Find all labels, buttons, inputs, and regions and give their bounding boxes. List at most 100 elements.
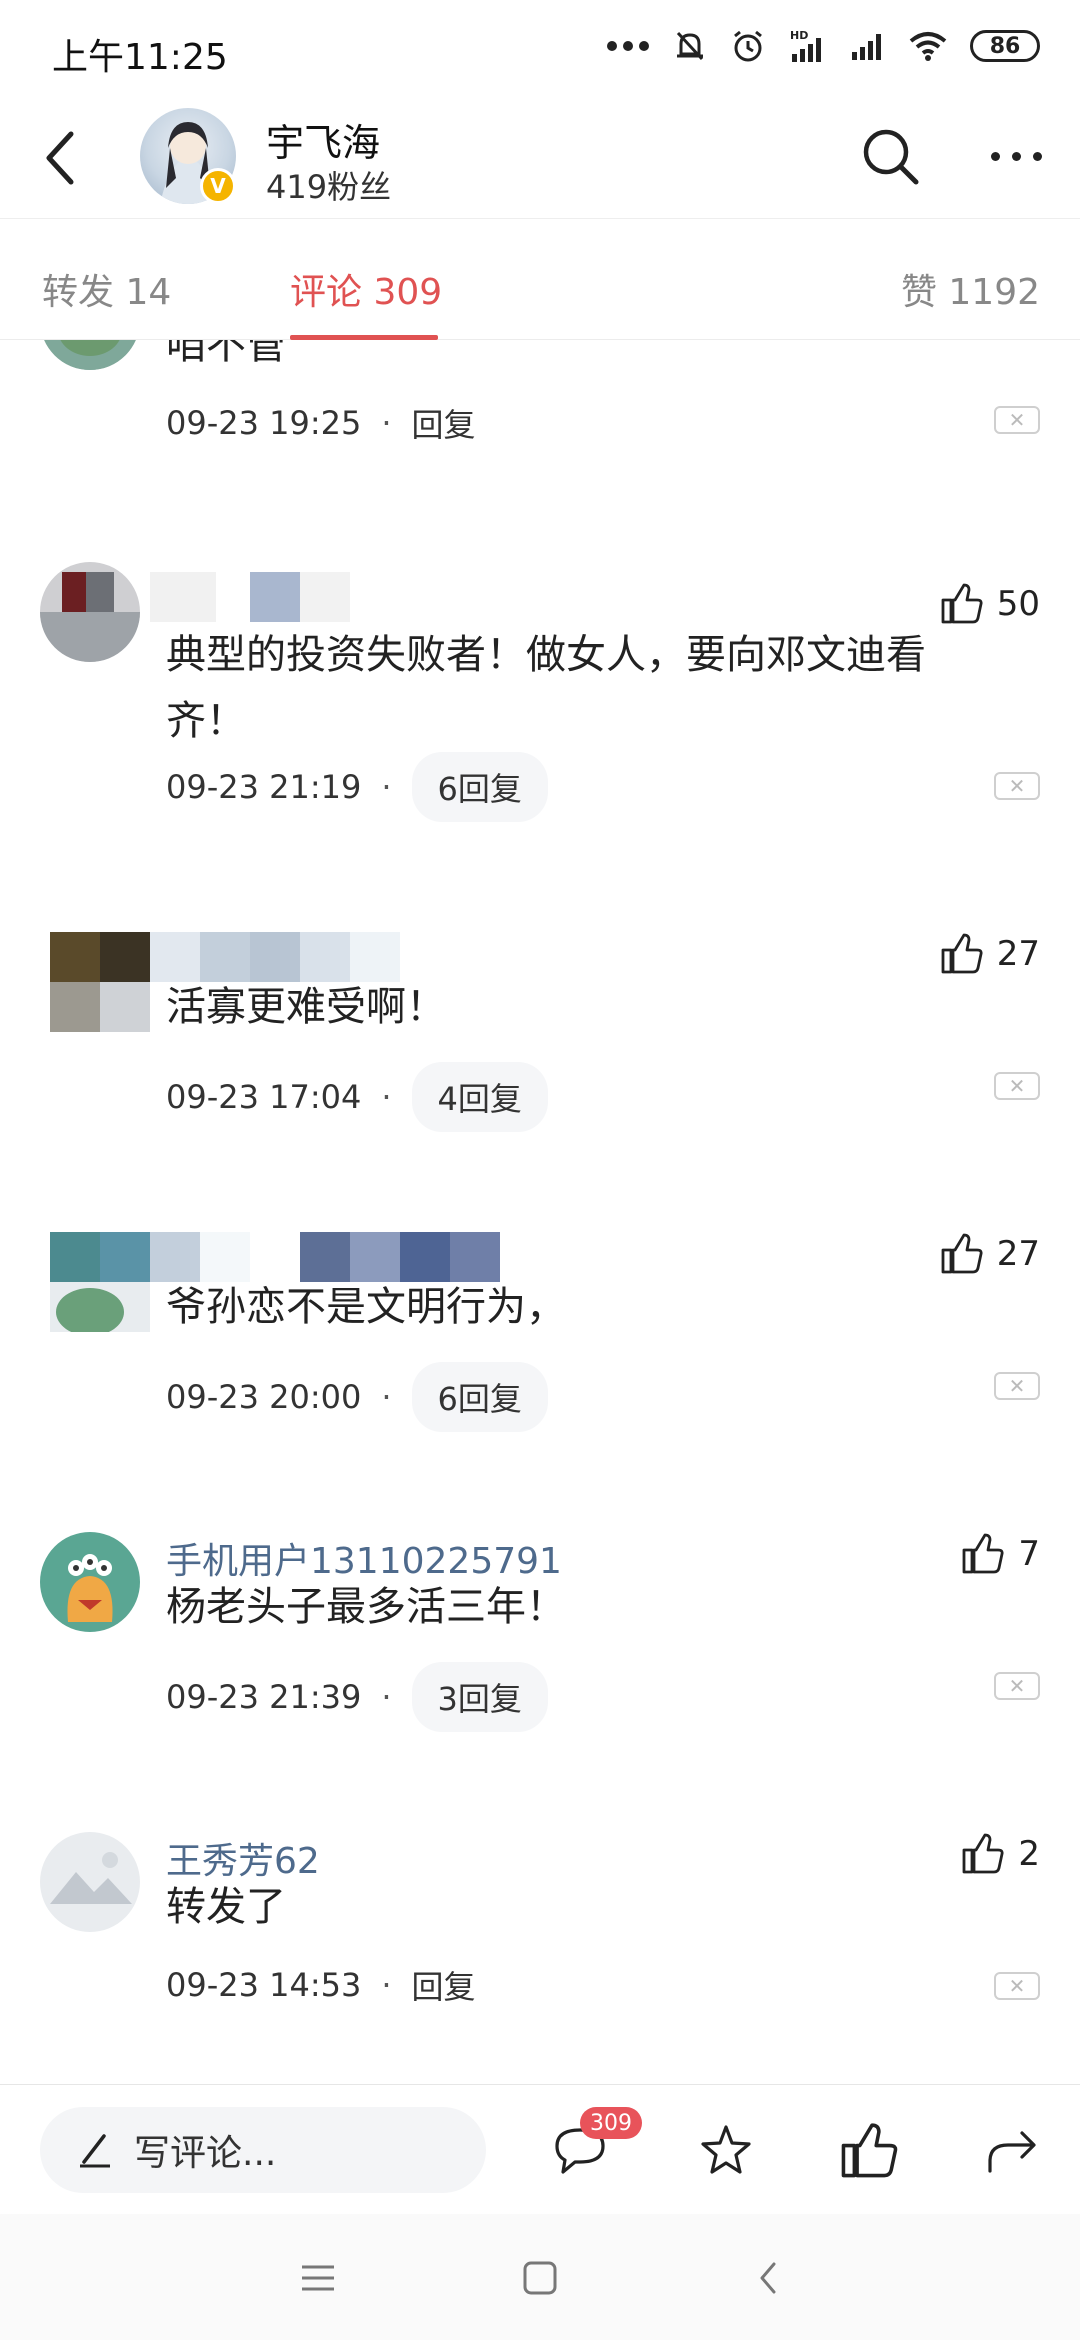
close-icon: ✕ xyxy=(1008,1374,1026,1398)
write-comment-placeholder: 写评论... xyxy=(134,2133,277,2174)
avatar-image xyxy=(40,1832,140,1932)
close-icon: ✕ xyxy=(1008,1974,1026,1998)
more-icon xyxy=(1011,151,1021,161)
commenter-avatar[interactable] xyxy=(40,1532,140,1632)
comment-time: 09-23 14:53 xyxy=(166,1966,362,2004)
comment-text: 咱不管 xyxy=(166,340,286,368)
comment-time: 09-23 21:19 xyxy=(166,768,362,806)
back-button[interactable] xyxy=(30,118,90,198)
favorite-button[interactable] xyxy=(690,2115,762,2187)
reply-count-button[interactable]: 4回复 xyxy=(411,1062,548,1132)
tab-comments[interactable]: 评论 309 xyxy=(290,263,442,315)
reply-count-button[interactable]: 6回复 xyxy=(411,752,548,822)
search-icon xyxy=(863,129,919,185)
comment-list[interactable]: 咱不管 09-23 19:25 · 回复 ✕ 50 典型的投资失败者！做女人，要… xyxy=(0,340,1080,2080)
menu-button[interactable] xyxy=(290,2250,346,2306)
reply-count-button[interactable]: 3回复 xyxy=(411,1662,548,1732)
like-icon xyxy=(941,1233,983,1274)
avatar-image xyxy=(40,340,140,370)
signal-hd-icon: HD xyxy=(790,29,821,62)
like-count: 27 xyxy=(996,1234,1040,1274)
comment-meta: 09-23 21:19 · 6回复 xyxy=(166,752,548,822)
dismiss-button[interactable]: ✕ xyxy=(994,772,1040,800)
comment-text: 转发了 xyxy=(166,1884,286,1930)
more-icon xyxy=(990,151,1000,161)
dismiss-button[interactable]: ✕ xyxy=(994,1072,1040,1100)
dismiss-button[interactable]: ✕ xyxy=(994,1672,1040,1700)
dismiss-button[interactable]: ✕ xyxy=(994,1972,1040,2000)
more-dots-icon xyxy=(607,41,649,51)
commenter-avatar[interactable] xyxy=(50,932,150,1032)
comment-item: 27 活寡更难受啊！ 09-23 17:04 · 4回复 ✕ xyxy=(0,932,1080,1232)
svg-text:HD: HD xyxy=(790,29,808,42)
comment-meta: 09-23 21:39 · 3回复 xyxy=(166,1662,548,1732)
reply-button[interactable]: 回复 xyxy=(412,1962,476,2008)
separator-dot: · xyxy=(381,404,392,442)
reply-button[interactable]: 回复 xyxy=(412,400,476,446)
like-button[interactable]: 27 xyxy=(939,1232,1040,1276)
home-icon xyxy=(523,2261,557,2295)
like-icon xyxy=(962,1533,1004,1574)
commenter-avatar[interactable] xyxy=(50,1232,150,1332)
status-bar: 上午11:25 HD 86 xyxy=(0,0,1080,100)
commenter-avatar[interactable] xyxy=(40,562,140,662)
more-icon xyxy=(1032,151,1042,161)
mute-bell-icon xyxy=(676,31,704,61)
like-icon xyxy=(841,2123,898,2178)
comment-time: 09-23 20:00 xyxy=(166,1378,362,1416)
comment-time: 09-23 19:25 xyxy=(166,404,362,442)
like-count: 2 xyxy=(1018,1834,1040,1874)
like-button[interactable]: 7 xyxy=(960,1532,1040,1576)
signal-icon xyxy=(852,34,881,60)
header-username[interactable]: 宇飞海 xyxy=(266,112,380,167)
separator-dot: · xyxy=(381,768,392,806)
like-button[interactable]: 50 xyxy=(939,582,1040,626)
write-comment-input[interactable]: 写评论... xyxy=(40,2107,486,2193)
wifi-icon xyxy=(909,32,947,61)
like-button[interactable]: 27 xyxy=(939,932,1040,976)
blurred-username xyxy=(150,572,350,622)
separator-dot: · xyxy=(381,1966,392,2004)
comment-text: 典型的投资失败者！做女人，要向邓文迪看齐！ xyxy=(166,632,926,744)
comment-time: 09-23 21:39 xyxy=(166,1678,362,1716)
nav-back-button[interactable] xyxy=(740,2250,796,2306)
dismiss-button[interactable]: ✕ xyxy=(994,1372,1040,1400)
comment-item: 咱不管 09-23 19:25 · 回复 ✕ xyxy=(0,340,1080,520)
like-button[interactable]: 2 xyxy=(960,1832,1040,1876)
comment-time: 09-23 17:04 xyxy=(166,1078,362,1116)
more-button[interactable] xyxy=(976,124,1056,188)
share-icon xyxy=(988,2131,1036,2173)
tab-likes[interactable]: 赞 1192 xyxy=(901,263,1040,315)
tab-forward[interactable]: 转发 14 xyxy=(42,263,171,315)
separator-dot: · xyxy=(381,1078,392,1116)
like-icon xyxy=(941,933,983,974)
comment-item: 27 爷孙恋不是文明行为， 09-23 20:00 · 6回复 ✕ xyxy=(0,1232,1080,1532)
like-count: 7 xyxy=(1018,1534,1040,1574)
reply-count-button[interactable]: 6回复 xyxy=(411,1362,548,1432)
share-button[interactable] xyxy=(976,2115,1048,2187)
dismiss-button[interactable]: ✕ xyxy=(994,406,1040,434)
comment-meta: 09-23 14:53 · 回复 xyxy=(166,1962,476,2008)
avatar-image xyxy=(40,562,140,662)
pencil-icon xyxy=(80,2134,110,2168)
avatar-image xyxy=(50,932,150,1032)
header: V 宇飞海 419粉丝 xyxy=(0,100,1080,218)
comment-text: 爷孙恋不是文明行为， xyxy=(166,1284,566,1330)
battery-indicator: 86 xyxy=(970,30,1040,62)
comment-item: 王秀芳62 2 转发了 09-23 14:53 · 回复 ✕ xyxy=(0,1832,1080,2080)
home-button[interactable] xyxy=(512,2250,568,2306)
tab-bar: 转发 14 评论 309 赞 1192 xyxy=(0,218,1080,340)
search-button[interactable] xyxy=(858,124,922,188)
like-icon xyxy=(962,1833,1004,1874)
like-count: 50 xyxy=(996,584,1040,624)
comment-text: 杨老头子最多活三年！ xyxy=(166,1584,566,1630)
commenter-avatar[interactable] xyxy=(40,1832,140,1932)
nav-back-icon xyxy=(760,2262,776,2294)
like-post-button[interactable] xyxy=(832,2115,904,2187)
avatar-image xyxy=(40,1532,140,1632)
commenter-avatar[interactable] xyxy=(40,340,140,370)
separator-dot: · xyxy=(381,1678,392,1716)
comment-meta: 09-23 19:25 · 回复 xyxy=(166,400,476,446)
header-fans-count: 419粉丝 xyxy=(266,168,392,206)
star-icon xyxy=(701,2125,751,2174)
